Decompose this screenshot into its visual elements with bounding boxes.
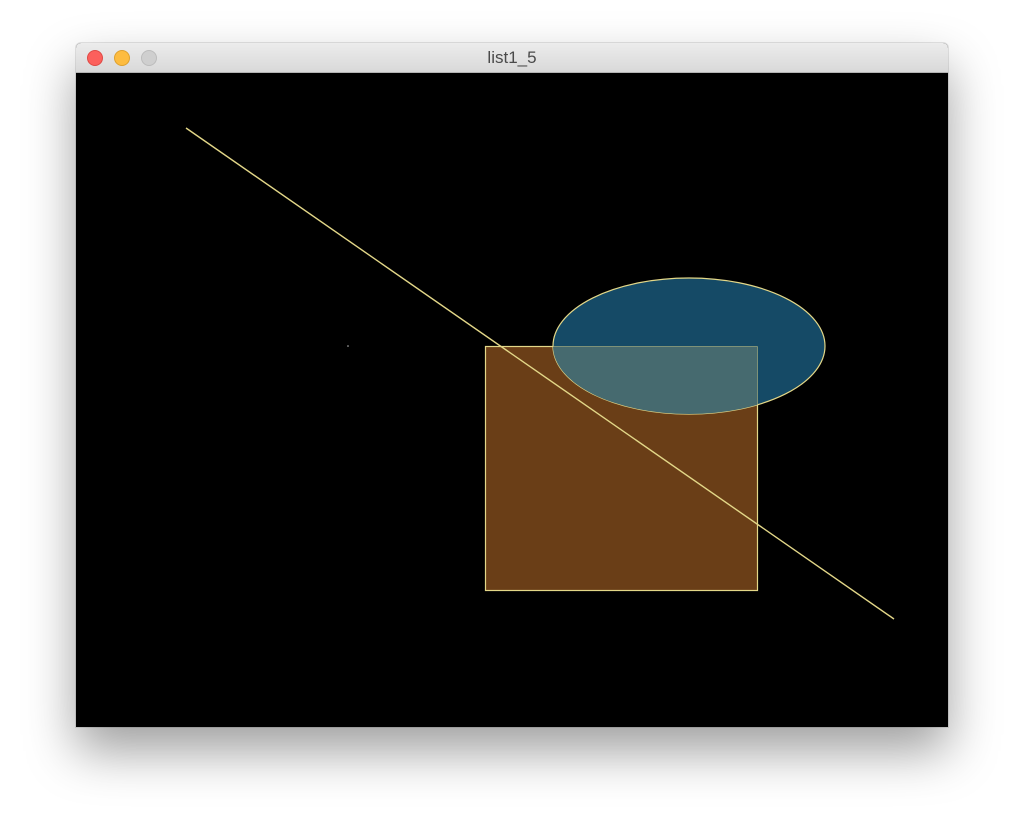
point-dot: [347, 345, 349, 347]
title-bar[interactable]: list1_5: [76, 43, 948, 73]
window-title: list1_5: [487, 48, 537, 67]
sketch-drawing: [76, 73, 948, 727]
sketch-canvas[interactable]: [76, 73, 948, 727]
app-window: list1_5: [76, 43, 948, 727]
